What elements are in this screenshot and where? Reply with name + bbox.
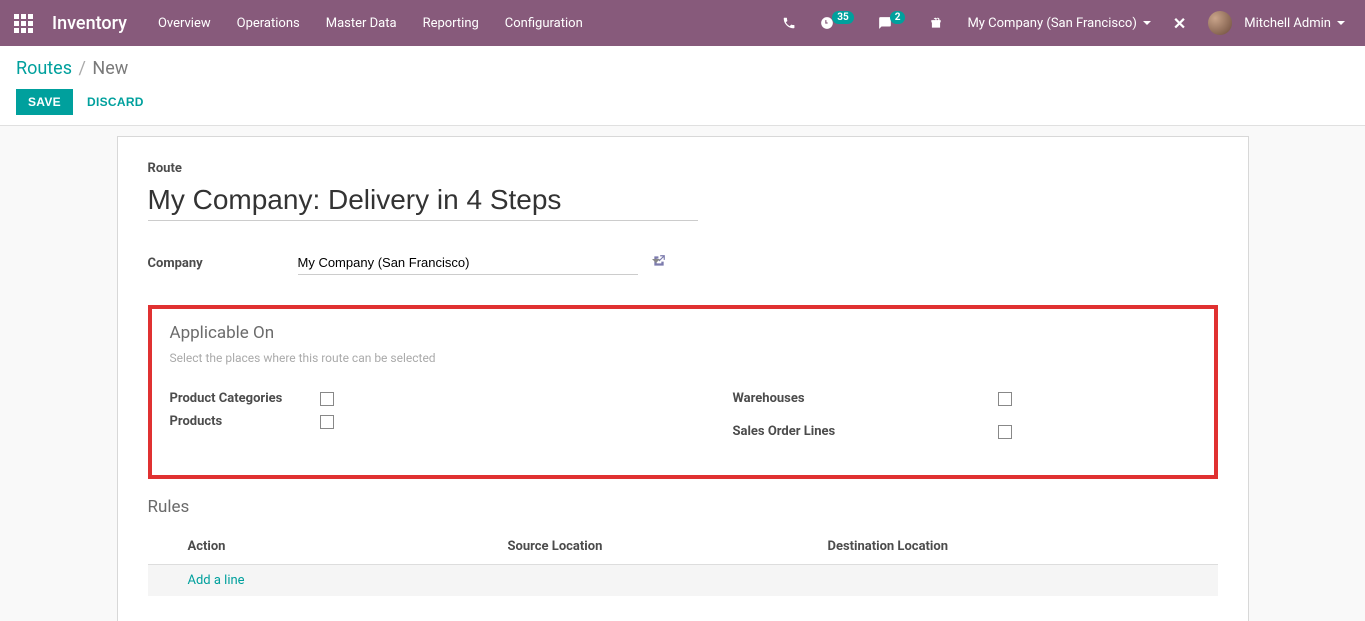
- applicable-on-section: Applicable On Select the places where th…: [148, 305, 1218, 479]
- route-name-input[interactable]: [148, 180, 698, 221]
- chevron-down-icon: [1337, 21, 1345, 25]
- rules-section: Rules Action Source Location Destination…: [148, 497, 1218, 596]
- label-products: Products: [170, 414, 320, 429]
- nav-items: Overview Operations Master Data Reportin…: [145, 0, 596, 46]
- nav-configuration[interactable]: Configuration: [492, 0, 596, 46]
- topbar-right: 35 2 My Company (San Francisco) ✕ Mitche…: [772, 0, 1355, 46]
- check-row-products: Products: [170, 414, 633, 429]
- check-row-sales-order-lines: Sales Order Lines: [733, 424, 1196, 439]
- apps-menu-icon[interactable]: [0, 0, 46, 46]
- gift-icon: [929, 16, 943, 30]
- company-name: My Company (San Francisco): [967, 16, 1136, 31]
- user-menu[interactable]: Mitchell Admin: [1198, 0, 1355, 46]
- company-label: Company: [148, 256, 298, 271]
- apps-grid-icon: [14, 14, 33, 33]
- close-button[interactable]: ✕: [1165, 14, 1194, 33]
- discard-button[interactable]: DISCARD: [87, 95, 144, 109]
- checkbox-product-categories[interactable]: [320, 392, 334, 406]
- rules-col-action: Action: [188, 539, 508, 554]
- phone-icon: [782, 16, 796, 30]
- check-row-warehouses: Warehouses: [733, 391, 1196, 406]
- company-row: Company: [148, 251, 1218, 275]
- label-sales-order-lines: Sales Order Lines: [733, 424, 998, 439]
- company-selector[interactable]: My Company (San Francisco): [957, 0, 1160, 46]
- user-name: Mitchell Admin: [1244, 16, 1331, 31]
- breadcrumb: Routes / New: [16, 58, 1349, 79]
- check-row-product-categories: Product Categories: [170, 391, 633, 406]
- applicable-on-title: Applicable On: [170, 323, 1196, 343]
- activities-badge: 35: [832, 11, 853, 24]
- applicable-columns: Product Categories Products Warehouses S…: [170, 391, 1196, 447]
- action-buttons: SAVE DISCARD: [16, 89, 1349, 115]
- control-bar: Routes / New SAVE DISCARD: [0, 46, 1365, 126]
- route-label: Route: [148, 161, 1218, 176]
- rules-header: Action Source Location Destination Locat…: [148, 531, 1218, 565]
- gift-button[interactable]: [919, 0, 953, 46]
- nav-overview[interactable]: Overview: [145, 0, 224, 46]
- app-brand[interactable]: Inventory: [46, 13, 145, 34]
- nav-operations[interactable]: Operations: [224, 0, 313, 46]
- label-warehouses: Warehouses: [733, 391, 998, 406]
- rules-table: Action Source Location Destination Locat…: [148, 531, 1218, 596]
- avatar: [1208, 11, 1232, 35]
- nav-master-data[interactable]: Master Data: [313, 0, 410, 46]
- breadcrumb-root[interactable]: Routes: [16, 58, 72, 79]
- rules-title: Rules: [148, 497, 1218, 517]
- breadcrumb-current: New: [92, 58, 128, 79]
- applicable-col-right: Warehouses Sales Order Lines: [733, 391, 1196, 447]
- form-scroll-area[interactable]: Route Company Applicable On Select the p…: [0, 126, 1365, 621]
- form-sheet: Route Company Applicable On Select the p…: [117, 136, 1249, 621]
- save-button[interactable]: SAVE: [16, 89, 73, 115]
- messages-button[interactable]: 2: [868, 0, 916, 46]
- company-select[interactable]: [298, 251, 638, 275]
- messages-badge: 2: [890, 11, 906, 24]
- add-line-link[interactable]: Add a line: [188, 573, 245, 588]
- applicable-on-subtitle: Select the places where this route can b…: [170, 351, 1196, 365]
- checkbox-warehouses[interactable]: [998, 392, 1012, 406]
- chevron-down-icon: [1143, 21, 1151, 25]
- label-product-categories: Product Categories: [170, 391, 320, 406]
- rules-body: Add a line: [148, 565, 1218, 596]
- applicable-col-left: Product Categories Products: [170, 391, 633, 447]
- external-link-icon[interactable]: [652, 254, 666, 272]
- breadcrumb-separator: /: [78, 58, 85, 79]
- checkbox-products[interactable]: [320, 415, 334, 429]
- nav-reporting[interactable]: Reporting: [410, 0, 492, 46]
- rules-col-source: Source Location: [508, 539, 828, 554]
- checkbox-sales-order-lines[interactable]: [998, 425, 1012, 439]
- top-nav-bar: Inventory Overview Operations Master Dat…: [0, 0, 1365, 46]
- activities-button[interactable]: 35: [810, 0, 863, 46]
- rules-col-destination: Destination Location: [828, 539, 1218, 554]
- phone-button[interactable]: [772, 0, 806, 46]
- company-select-wrap: [298, 251, 666, 275]
- chevron-down-icon[interactable]: [652, 259, 660, 263]
